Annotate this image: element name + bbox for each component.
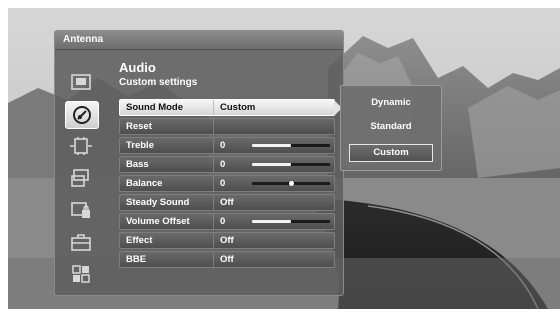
toolbox-icon[interactable] — [65, 229, 97, 255]
setting-value: 0 — [220, 216, 226, 227]
menu-header: Antenna — [55, 31, 343, 50]
balance-slider[interactable] — [252, 181, 330, 186]
option-custom[interactable]: Custom — [349, 144, 433, 162]
setting-value: 0 — [220, 178, 226, 189]
section-title: Audio — [119, 60, 156, 75]
row-divider — [213, 119, 214, 134]
sound-mode-row[interactable]: Sound Mode Custom — [119, 99, 342, 116]
reset-row[interactable]: Reset — [119, 118, 335, 135]
setting-label: Volume Offset — [126, 216, 190, 227]
setting-label: Treble — [126, 140, 154, 151]
setting-value: Off — [220, 254, 234, 265]
row-divider — [213, 138, 214, 153]
volume-offset-row[interactable]: Volume Offset 0 — [119, 213, 335, 230]
volume-offset-slider[interactable] — [252, 220, 330, 223]
option-dynamic[interactable]: Dynamic — [349, 94, 433, 112]
setting-value: Off — [220, 235, 234, 246]
row-divider — [213, 214, 214, 229]
picture-icon[interactable] — [65, 69, 97, 95]
setting-label: Reset — [126, 121, 152, 132]
section-subtitle: Custom settings — [119, 77, 198, 88]
row-divider — [213, 157, 214, 172]
category-sidebar — [59, 57, 105, 291]
sound-mode-popup: Dynamic Standard Custom — [340, 85, 442, 171]
treble-slider[interactable] — [252, 144, 330, 147]
source-title: Antenna — [63, 34, 103, 45]
setting-label: BBE — [126, 254, 147, 265]
lock-icon[interactable] — [65, 197, 97, 223]
row-divider — [213, 176, 214, 191]
apps-icon[interactable] — [65, 261, 97, 287]
setting-value: Custom — [220, 102, 256, 113]
setting-label: Balance — [126, 178, 163, 189]
setting-label: Effect — [126, 235, 153, 246]
sound-icon[interactable] — [65, 101, 99, 129]
effect-row[interactable]: Effect Off — [119, 232, 335, 249]
balance-row[interactable]: Balance 0 — [119, 175, 335, 192]
setting-value: 0 — [220, 159, 226, 170]
steady-sound-row[interactable]: Steady Sound Off — [119, 194, 335, 211]
row-divider — [213, 233, 214, 248]
bbe-row[interactable]: BBE Off — [119, 251, 335, 268]
setup-icon[interactable] — [65, 165, 97, 191]
setting-label: Bass — [126, 159, 149, 170]
tv-screen: Antenna Audio Custom settings Sound Mode… — [8, 8, 560, 309]
option-standard[interactable]: Standard — [349, 118, 433, 136]
bass-row[interactable]: Bass 0 — [119, 156, 335, 173]
bass-slider[interactable] — [252, 163, 330, 166]
setting-value: Off — [220, 197, 234, 208]
treble-row[interactable]: Treble 0 — [119, 137, 335, 154]
row-divider — [213, 195, 214, 210]
row-divider — [213, 100, 214, 115]
row-divider — [213, 252, 214, 267]
setting-label: Steady Sound — [126, 197, 190, 208]
setting-label: Sound Mode — [126, 102, 183, 113]
channel-icon[interactable] — [65, 133, 97, 159]
settings-menu-panel: Antenna Audio Custom settings Sound Mode… — [54, 30, 344, 296]
setting-value: 0 — [220, 140, 226, 151]
